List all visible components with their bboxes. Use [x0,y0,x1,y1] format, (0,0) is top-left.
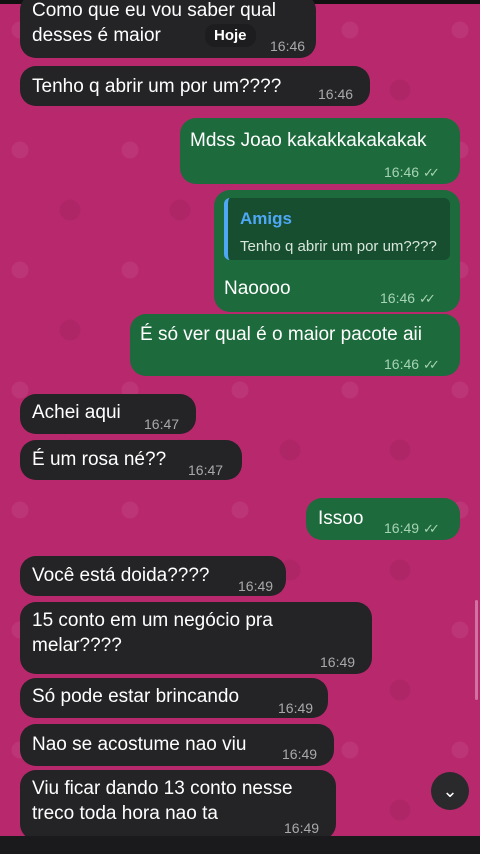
message-time: 16:49 [238,578,274,594]
message-time: 16:49 ✓✓ [384,520,440,536]
read-ticks-icon: ✓✓ [423,165,440,180]
message-text: É só ver qual é o maior pacote aii [140,324,422,345]
message-bubble-outgoing[interactable]: É só ver qual é o maior pacote aii 16:46… [130,314,460,376]
message-time: 16:46 ✓✓ [380,290,436,306]
message-bubble-incoming[interactable]: Tenho q abrir um por um???? 16:46 [20,66,370,106]
message-text: Issoo [318,508,364,529]
message-time: 16:47 [144,416,180,432]
message-time: 16:49 [282,746,318,762]
message-time: 16:46 ✓✓ [384,164,440,180]
message-bubble-outgoing[interactable]: Issoo 16:49 ✓✓ [306,498,460,540]
message-text: Só pode estar brincando [32,686,240,707]
message-bubble-incoming[interactable]: Viu ficar dando 13 conto nesse treco tod… [20,770,336,840]
message-bubble-incoming[interactable]: Só pode estar brincando 16:49 [20,678,328,718]
message-text: Nao se acostume nao viu [32,734,247,755]
message-time: 16:46 [318,86,354,102]
message-bubble-outgoing[interactable]: Amigs Tenho q abrir um por um???? Naoooo… [214,190,460,312]
quoted-reply-text: Tenho q abrir um por um???? [240,238,437,255]
message-bubble-outgoing[interactable]: Mdss Joao kakakkakakakak 16:46 ✓✓ [180,118,460,184]
message-time: 16:46 ✓✓ [384,356,440,372]
read-ticks-icon: ✓✓ [423,521,440,536]
message-text: Naoooo [224,278,291,299]
read-ticks-icon: ✓✓ [419,291,436,306]
message-bubble-incoming[interactable]: Como que eu vou saber qual desses é maio… [20,0,316,58]
bottom-bar [0,836,480,854]
message-bubble-incoming[interactable]: 15 conto em um negócio pra melar???? 16:… [20,602,372,674]
message-time: 16:49 [320,654,356,670]
chevron-down-icon[interactable]: ⌄ [431,772,469,810]
message-time: 16:47 [188,462,224,478]
quoted-reply-author: Amigs [240,209,292,228]
message-bubble-incoming[interactable]: Você está doida???? 16:49 [20,556,286,596]
message-text: Mdss Joao kakakkakakakak [190,130,427,151]
quoted-reply[interactable]: Amigs Tenho q abrir um por um???? [224,198,450,260]
message-text: 15 conto em um negócio pra melar???? [32,610,273,656]
message-text: Viu ficar dando 13 conto nesse treco tod… [32,778,293,824]
message-text: É um rosa né?? [32,449,167,470]
message-text: Tenho q abrir um por um???? [32,76,282,97]
message-text: Achei aqui [32,402,121,423]
message-bubble-incoming[interactable]: É um rosa né?? 16:47 [20,440,242,480]
message-time: 16:49 [278,700,314,716]
message-bubble-incoming[interactable]: Achei aqui 16:47 [20,394,196,434]
scrollbar[interactable] [475,600,478,700]
message-bubble-incoming[interactable]: Nao se acostume nao viu 16:49 [20,724,334,766]
date-pill: Hoje [205,24,256,47]
message-text: Você está doida???? [32,565,210,586]
read-ticks-icon: ✓✓ [423,357,440,372]
message-time: 16:46 [270,38,306,54]
